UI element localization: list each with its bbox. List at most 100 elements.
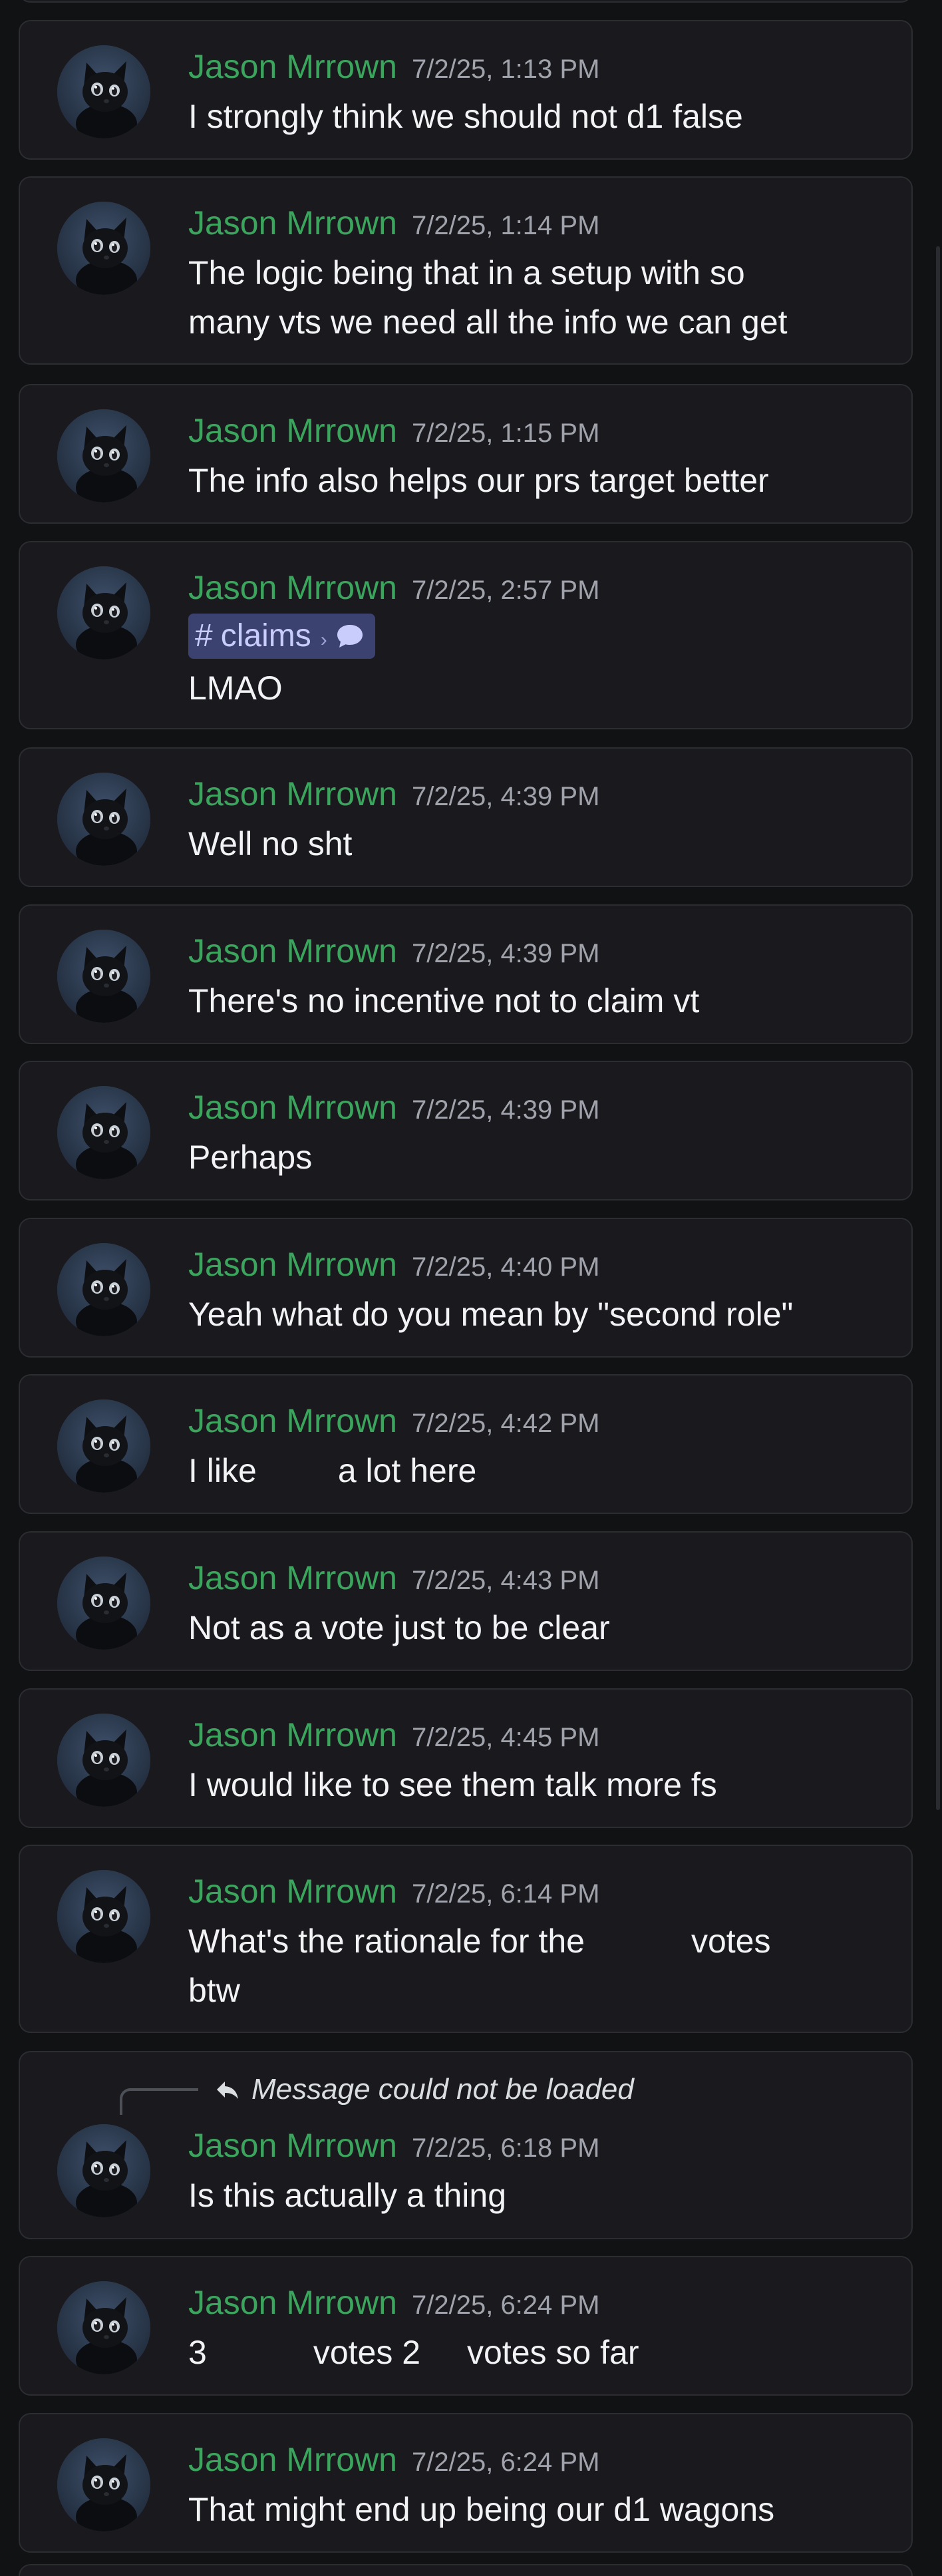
avatar[interactable] (57, 409, 150, 502)
avatar[interactable] (57, 773, 150, 866)
message-content: The info also helps our prs target bette… (188, 456, 900, 505)
author-name[interactable]: Jason Mrrown (188, 2284, 397, 2321)
avatar[interactable] (57, 2281, 150, 2374)
text-segment: a lot here (337, 1452, 477, 1489)
previous-message-card (19, 0, 913, 3)
avatar[interactable] (57, 1399, 150, 1493)
message-card[interactable]: Jason Mrrown 7/2/25, 2:57 PM # claims › LMA… (19, 541, 913, 729)
avatar[interactable] (57, 1243, 150, 1336)
black-cat-avatar-icon (57, 773, 150, 866)
message-card[interactable]: Jason Mrrown 7/2/25, 6:24 PM That might e… (19, 2413, 913, 2553)
message-content: Is this actually a thing (188, 2171, 900, 2220)
author-name[interactable]: Jason Mrrown (188, 204, 397, 242)
timestamp: 7/2/25, 1:14 PM (412, 211, 600, 240)
avatar[interactable] (57, 1714, 150, 1807)
timestamp: 7/2/25, 4:39 PM (412, 939, 600, 968)
message-text: many vts we need all the info we can get (188, 303, 788, 341)
black-cat-avatar-icon (57, 1399, 150, 1493)
message-text: Is this actually a thing (188, 2177, 507, 2214)
message-card[interactable]: Jason Mrrown 7/2/25, 4:39 PM Perhaps (19, 1061, 913, 1200)
message-card[interactable]: Jason Mrrown 7/2/25, 6:14 PM What's the r… (19, 1845, 913, 2033)
message-header: Jason Mrrown 7/2/25, 4:45 PM (188, 1715, 599, 1757)
black-cat-avatar-icon (57, 2281, 150, 2374)
reply-notice: Message could not be loaded (251, 2073, 634, 2106)
message-header: Jason Mrrown 7/2/25, 2:57 PM (188, 568, 599, 610)
avatar[interactable] (57, 1086, 150, 1179)
black-cat-avatar-icon (57, 1086, 150, 1179)
avatar[interactable] (57, 566, 150, 659)
author-name[interactable]: Jason Mrrown (188, 1716, 397, 1753)
avatar[interactable] (57, 45, 150, 138)
message-card[interactable]: Jason Mrrown 7/2/25, 4:40 PM Yeah what do… (19, 1218, 913, 1358)
channel-mention[interactable]: # claims › (188, 614, 375, 659)
black-cat-avatar-icon (57, 2124, 150, 2217)
author-name[interactable]: Jason Mrrown (188, 932, 397, 970)
message-card[interactable]: Jason Mrrown 7/2/25, 4:43 PM Not as a vot… (19, 1531, 913, 1671)
message-card[interactable]: Jason Mrrown 7/2/25, 4:39 PM Well no sht (19, 747, 913, 887)
message-card[interactable]: Jason Mrrown 7/2/25, 4:45 PM I would like… (19, 1688, 913, 1828)
scrollbar[interactable] (936, 246, 940, 1810)
message-content: What's the rationale for the votes btw (188, 1917, 900, 2015)
message-card[interactable]: Message could not be loaded Jason Mrrown… (19, 2051, 913, 2239)
author-name[interactable]: Jason Mrrown (188, 48, 397, 85)
message-text: Not as a vote just to be clear (188, 1609, 610, 1646)
avatar[interactable] (57, 202, 150, 295)
message-card[interactable]: Jason Mrrown 7/2/25, 4:42 PM I like a lot … (19, 1374, 913, 1514)
black-cat-avatar-icon (57, 1557, 150, 1650)
timestamp: 7/2/25, 1:13 PM (412, 55, 600, 84)
author-name[interactable]: Jason Mrrown (188, 412, 397, 449)
message-card[interactable]: Jason Mrrown 7/2/25, 1:13 PM I strongly t… (19, 20, 913, 160)
timestamp: 7/2/25, 6:18 PM (412, 2133, 600, 2163)
black-cat-avatar-icon (57, 1243, 150, 1336)
avatar[interactable] (57, 1557, 150, 1650)
author-name[interactable]: Jason Mrrown (188, 1402, 397, 1439)
avatar[interactable] (57, 930, 150, 1023)
message-feed: Jason Mrrown 7/2/25, 1:13 PM I strongly t… (0, 0, 942, 2576)
message-header: Jason Mrrown 7/2/25, 4:42 PM (188, 1401, 599, 1443)
author-name[interactable]: Jason Mrrown (188, 2127, 397, 2164)
message-header: Jason Mrrown 7/2/25, 4:39 PM (188, 1087, 599, 1130)
timestamp: 7/2/25, 2:57 PM (412, 576, 600, 605)
timestamp: 7/2/25, 4:45 PM (412, 1723, 600, 1752)
channel-name: claims (220, 618, 311, 653)
message-text: The info also helps our prs target bette… (188, 462, 769, 499)
black-cat-avatar-icon (57, 45, 150, 138)
timestamp: 7/2/25, 4:42 PM (412, 1409, 600, 1438)
message-header: Jason Mrrown 7/2/25, 6:24 PM (188, 2283, 599, 2325)
author-name[interactable]: Jason Mrrown (188, 2441, 397, 2478)
message-content: Not as a vote just to be clear (188, 1603, 900, 1652)
hash-icon: # (195, 618, 213, 653)
message-text: There's no incentive not to claim vt (188, 982, 700, 1019)
avatar[interactable] (57, 2438, 150, 2531)
text-segment: I like (188, 1452, 257, 1489)
author-name[interactable]: Jason Mrrown (188, 1246, 397, 1283)
message-header: Jason Mrrown 7/2/25, 1:14 PM (188, 203, 599, 246)
author-name[interactable]: Jason Mrrown (188, 1559, 397, 1596)
avatar[interactable] (57, 2124, 150, 2217)
author-name[interactable]: Jason Mrrown (188, 1873, 397, 1910)
author-name[interactable]: Jason Mrrown (188, 1089, 397, 1126)
message-content: Yeah what do you mean by "second role" (188, 1290, 900, 1339)
black-cat-avatar-icon (57, 930, 150, 1023)
timestamp: 7/2/25, 6:24 PM (412, 2291, 600, 2320)
message-card[interactable]: Jason Mrrown 7/2/25, 6:24 PM 3 votes 2 vote… (19, 2256, 913, 2396)
message-content: I like a lot here (188, 1446, 900, 1495)
message-header: Jason Mrrown 7/2/25, 6:24 PM (188, 2440, 599, 2482)
message-content: I strongly think we should not d1 false (188, 92, 900, 141)
reply-arrow-icon (217, 2082, 238, 2099)
message-card[interactable]: Jason Mrrown 7/2/25, 4:39 PM There's no i… (19, 904, 913, 1044)
author-name[interactable]: Jason Mrrown (188, 569, 397, 606)
message-content: LMAO (188, 663, 900, 713)
message-header: Jason Mrrown 7/2/25, 6:14 PM (188, 1871, 599, 1914)
author-name[interactable]: Jason Mrrown (188, 775, 397, 813)
black-cat-avatar-icon (57, 2438, 150, 2531)
chevron-right-icon: › (320, 629, 327, 651)
message-text: btw (188, 1972, 240, 2009)
message-text: The logic being that in a setup with so (188, 254, 745, 291)
message-card[interactable]: Jason Mrrown 7/2/25, 1:14 PM The logic be… (19, 176, 913, 365)
message-content: Well no sht (188, 819, 900, 868)
avatar[interactable] (57, 1870, 150, 1963)
message-header: Jason Mrrown 7/2/25, 1:15 PM (188, 411, 599, 453)
message-card[interactable]: Jason Mrrown 7/2/25, 1:15 PM The info als… (19, 384, 913, 524)
message-header: Jason Mrrown 7/2/25, 4:43 PM (188, 1558, 599, 1600)
